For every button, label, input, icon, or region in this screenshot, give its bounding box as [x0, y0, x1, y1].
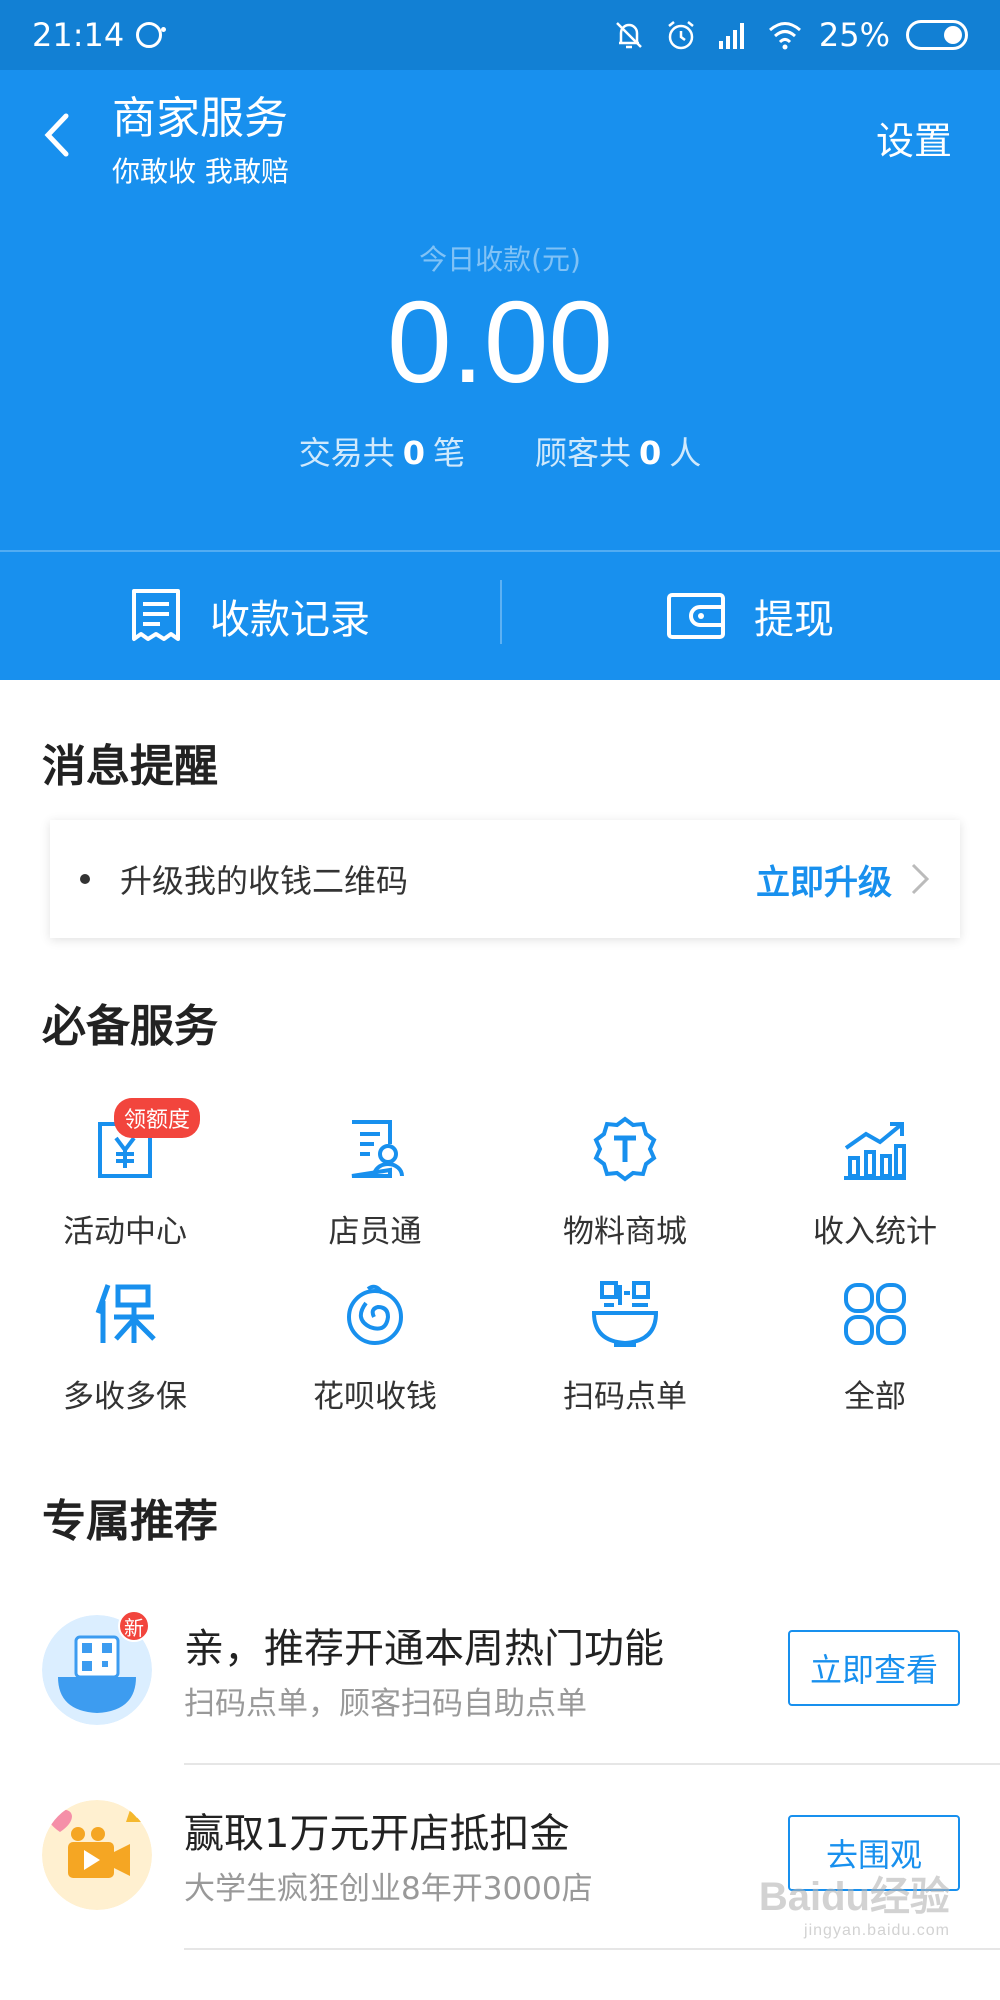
services-section-title: 必备服务 [42, 1001, 218, 1052]
video-promo-icon [42, 1800, 152, 1910]
notice-item[interactable]: 升级我的收钱二维码 立即升级 [50, 820, 960, 938]
trade-unit: 笔 [432, 434, 465, 472]
chevron-right-icon [911, 863, 930, 895]
service-label: 活动中心 [63, 1214, 187, 1250]
battery-icon [906, 20, 968, 50]
recommend-subtitle: 扫码点单，顾客扫码自助点单 [184, 1686, 587, 1722]
view-now-button[interactable]: 立即查看 [788, 1630, 960, 1706]
service-label: 全部 [844, 1379, 906, 1415]
customer-prefix: 顾客共 [535, 434, 632, 472]
signal-icon [718, 23, 744, 49]
watermark: Baidu经验 jingyan.baidu.com [759, 1864, 950, 1940]
merchant-header: 商家服务 你敢收 我敢赔 设置 今日收款(元) 0.00 交易共 0 笔顾客共 0 人 … [0, 70, 1000, 680]
customer-count: 0 [639, 434, 662, 472]
clerk-icon [351, 1120, 404, 1178]
trade-prefix: 交易共 [298, 434, 395, 472]
payment-records-label: 收款记录 [210, 597, 370, 643]
service-label: 店员通 [328, 1214, 422, 1250]
battery-percent: 25% [818, 16, 890, 54]
today-stats: 交易共 0 笔顾客共 0 人 [0, 428, 1000, 474]
recommend-subtitle: 大学生疯狂创业8年开3000店 [184, 1871, 593, 1907]
notice-text: 升级我的收钱二维码 [120, 862, 409, 900]
withdraw-button[interactable]: 提现 [500, 552, 1000, 680]
material-mall-icon [593, 1116, 657, 1182]
service-label: 花呗收钱 [313, 1379, 437, 1415]
page-subtitle: 你敢收 我敢赔 [112, 155, 289, 188]
services-grid: 领额度 活动中心 店员通 物料商城 收入统计 多收多保 花呗收钱 扫码点单 全部 [0, 1098, 1000, 1430]
trade-count: 0 [402, 434, 425, 472]
actions-divider [500, 580, 502, 644]
back-arrow-icon[interactable] [38, 110, 78, 160]
service-activity-center[interactable]: 领额度 活动中心 [0, 1098, 250, 1265]
divider [184, 1948, 1000, 1950]
today-income-amount: 0.00 [387, 277, 613, 407]
alarm-icon [668, 21, 694, 50]
status-time: 21:14 [32, 16, 125, 54]
receipt-icon [132, 589, 180, 641]
service-insurance[interactable]: 多收多保 [0, 1265, 250, 1430]
page-title: 商家服务 [112, 93, 288, 144]
service-label: 物料商城 [563, 1214, 687, 1250]
status-icons: 25% [611, 16, 968, 54]
customer-unit: 人 [669, 434, 702, 472]
service-label: 扫码点单 [563, 1379, 687, 1415]
all-services-icon [844, 1283, 906, 1345]
service-label: 收入统计 [813, 1214, 937, 1250]
insurance-icon [95, 1284, 156, 1343]
scan-order-icon [591, 1281, 659, 1347]
new-badge: 新 [118, 1610, 150, 1642]
huabei-icon [347, 1284, 403, 1345]
recommend-title: 亲，推荐开通本周热门功能 [184, 1626, 664, 1672]
recommend-item[interactable]: 新 亲，推荐开通本周热门功能 扫码点单，顾客扫码自助点单 立即查看 [0, 1580, 1000, 1765]
watermark-sub: jingyan.baidu.com [804, 1922, 950, 1939]
wallet-icon [667, 593, 725, 639]
income-stats-icon [844, 1122, 906, 1180]
limit-badge: 领额度 [114, 1098, 201, 1138]
service-huabei[interactable]: 花呗收钱 [250, 1265, 500, 1430]
bullet-dot [80, 874, 90, 884]
upgrade-now-link[interactable]: 立即升级 [756, 855, 892, 904]
recommend-title: 赢取1万元开店抵扣金 [184, 1811, 570, 1857]
service-scan-order[interactable]: 扫码点单 [500, 1265, 750, 1430]
service-clerk[interactable]: 店员通 [250, 1100, 500, 1265]
service-material-mall[interactable]: 物料商城 [500, 1100, 750, 1265]
mute-bell-icon [615, 22, 642, 49]
withdraw-label: 提现 [754, 597, 834, 643]
notices-section-title: 消息提醒 [42, 741, 218, 792]
service-all[interactable]: 全部 [750, 1265, 1000, 1430]
recommend-section-title: 专属推荐 [42, 1496, 218, 1547]
qq-notification-icon [136, 22, 167, 48]
watermark-text: Baidu经验 [758, 1875, 950, 1919]
header-actions: 收款记录 提现 [0, 552, 1000, 680]
service-label: 多收多保 [63, 1379, 187, 1415]
status-bar: 21:14 25% [0, 0, 1000, 70]
settings-button[interactable]: 设置 [876, 110, 952, 165]
service-income-stats[interactable]: 收入统计 [750, 1100, 1000, 1265]
wifi-icon [768, 22, 801, 50]
today-income-label: 今日收款(元) [419, 243, 581, 276]
payment-records-button[interactable]: 收款记录 [0, 552, 500, 680]
